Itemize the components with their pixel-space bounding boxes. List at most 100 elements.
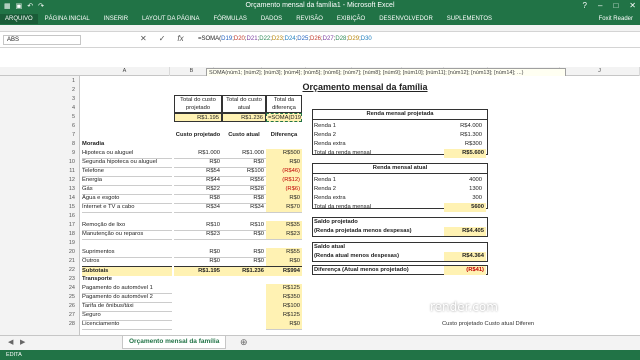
column-header[interactable]: A <box>80 67 170 76</box>
row-header[interactable]: 28 <box>0 320 80 329</box>
status-mode: EDITA <box>6 352 22 358</box>
column-header[interactable]: J <box>560 67 640 76</box>
row-header[interactable]: 13 <box>0 185 80 194</box>
row-header[interactable]: 10 <box>0 158 80 167</box>
formula-bar: ABS ✕ ✓ fx =SOMA(D19;D20;D21;D22;D23;D24… <box>0 32 640 48</box>
income-value[interactable]: R$4.000 <box>422 122 482 131</box>
section-moradia: Moradia <box>82 141 105 147</box>
difference-value[interactable]: (R$41) <box>444 266 486 275</box>
balance-projected-sub: (Renda projetada menos despesas) <box>314 228 412 234</box>
row-header[interactable]: 26 <box>0 302 80 311</box>
row-header[interactable]: 2 <box>0 86 80 95</box>
formula-ref: D19 <box>221 36 233 42</box>
next-sheet-icon[interactable]: ▶ <box>20 338 25 346</box>
formula-prefix: =SOMA( <box>198 36 222 42</box>
ribbon-tab[interactable]: PÁGINA INICIAL <box>38 16 97 22</box>
formula-ref: D20 <box>233 36 245 42</box>
ribbon-tab[interactable]: DADOS <box>254 16 289 22</box>
income-value[interactable]: R$300 <box>422 140 482 149</box>
ribbon-tab[interactable]: LAYOUT DA PÁGINA <box>135 16 206 22</box>
row-header[interactable]: 25 <box>0 293 80 302</box>
row-header[interactable]: 4 <box>0 104 80 113</box>
income-value[interactable]: R$1.300 <box>422 131 482 140</box>
income-total[interactable]: 5600 <box>444 203 486 212</box>
formula-ref: D27 <box>322 36 334 42</box>
item-label[interactable] <box>82 239 172 240</box>
transport-label[interactable]: Licenciamento <box>82 320 172 330</box>
balance-actual-value[interactable]: R$4.364 <box>444 252 486 261</box>
name-box[interactable]: ABS <box>3 35 81 45</box>
income-total[interactable]: R$5.600 <box>444 149 486 158</box>
row-header[interactable]: 8 <box>0 140 80 149</box>
header-actual: Total do custo atual <box>222 95 266 113</box>
formula-ref: D29 <box>348 36 360 42</box>
cancel-icon[interactable]: ✕ <box>140 34 147 43</box>
insert-function-icon[interactable]: fx <box>177 34 183 43</box>
transport-difference[interactable]: R$0 <box>266 320 302 330</box>
row-header[interactable]: 23 <box>0 275 80 284</box>
ribbon-tab[interactable]: EXIBIÇÃO <box>330 16 372 22</box>
minimize-icon[interactable]: – <box>598 1 602 10</box>
row-header[interactable]: 22 <box>0 266 80 275</box>
item-difference[interactable] <box>266 239 302 240</box>
header-projected: Total do custo projetado <box>174 95 222 113</box>
row-header[interactable]: 1 <box>0 77 80 86</box>
row-header[interactable]: 5 <box>0 113 80 122</box>
ribbon-tab[interactable]: DESENVOLVEDOR <box>372 16 440 22</box>
subtotal-projected[interactable]: R$1.195 <box>174 266 222 276</box>
row-header[interactable]: 21 <box>0 257 80 266</box>
row-header[interactable]: 3 <box>0 95 80 104</box>
subtotal-actual[interactable]: R$1.236 <box>222 266 266 276</box>
ribbon-tab[interactable]: INSERIR <box>97 16 135 22</box>
item-actual[interactable] <box>222 239 266 240</box>
ribbon-tab[interactable]: FÓRMULAS <box>207 16 254 22</box>
row-header[interactable]: 24 <box>0 284 80 293</box>
item-projected[interactable] <box>174 239 222 240</box>
row-header[interactable]: 18 <box>0 230 80 239</box>
worksheet-grid[interactable]: Orçamento mensal da família Total do cus… <box>80 76 640 335</box>
add-sheet-icon[interactable]: ⊕ <box>240 337 248 348</box>
sheet-tab[interactable]: Orçamento mensal da família <box>122 336 227 349</box>
enter-icon[interactable]: ✓ <box>159 34 166 43</box>
close-icon[interactable]: ✕ <box>629 1 636 10</box>
ribbon-tab[interactable]: ARQUIVO <box>0 14 38 24</box>
item-difference[interactable] <box>266 212 302 213</box>
total-actual[interactable]: R$1.236 <box>222 113 266 122</box>
row-header[interactable]: 9 <box>0 149 80 158</box>
income-value[interactable]: 1300 <box>422 185 482 194</box>
prev-sheet-icon[interactable]: ◀ <box>8 338 13 346</box>
formula-ref: D22 <box>259 36 271 42</box>
window-title: Orçamento mensal da família1 - Microsoft… <box>245 2 395 9</box>
ribbon-tab[interactable]: REVISÃO <box>289 16 330 22</box>
row-header[interactable]: 6 <box>0 122 80 131</box>
item-actual[interactable] <box>222 212 266 213</box>
maximize-icon[interactable]: □ <box>613 1 618 10</box>
total-difference-editing[interactable]: =SOMA(D19; <box>266 113 302 122</box>
ribbon-tab[interactable]: SUPLEMENTOS <box>440 16 499 22</box>
income-value[interactable]: 300 <box>422 194 482 203</box>
row-header[interactable]: 12 <box>0 176 80 185</box>
help-icon[interactable]: ? <box>583 1 587 10</box>
row-header[interactable]: 19 <box>0 239 80 248</box>
row-header[interactable]: 17 <box>0 221 80 230</box>
balance-projected-label: Saldo projetado <box>314 219 358 225</box>
income-label: Renda 1 <box>314 123 336 129</box>
row-header[interactable]: 7 <box>0 131 80 140</box>
header-difference: Total da diferença <box>266 95 302 113</box>
sheet-tabs-bar: ◀ ▶ Orçamento mensal da família ⊕ <box>0 335 640 350</box>
subtotal-difference[interactable]: R$994 <box>266 266 302 276</box>
balance-projected-value[interactable]: R$4.405 <box>444 227 486 236</box>
income-value[interactable]: 4000 <box>422 176 482 185</box>
item-projected[interactable] <box>174 212 222 213</box>
row-header[interactable]: 11 <box>0 167 80 176</box>
row-header[interactable]: 14 <box>0 194 80 203</box>
row-header[interactable]: 16 <box>0 212 80 221</box>
income-total-label: Total da renda mensal <box>314 150 372 156</box>
item-label[interactable] <box>82 212 172 213</box>
actual-income-title: Renda mensal atual <box>312 164 488 174</box>
formula-input[interactable]: =SOMA(D19;D20;D21;D22;D23;D24;D25;D26;D2… <box>198 35 638 45</box>
row-header[interactable]: 27 <box>0 311 80 320</box>
row-header[interactable]: 20 <box>0 248 80 257</box>
row-header[interactable]: 15 <box>0 203 80 212</box>
total-projected[interactable]: R$1.195 <box>174 113 222 122</box>
